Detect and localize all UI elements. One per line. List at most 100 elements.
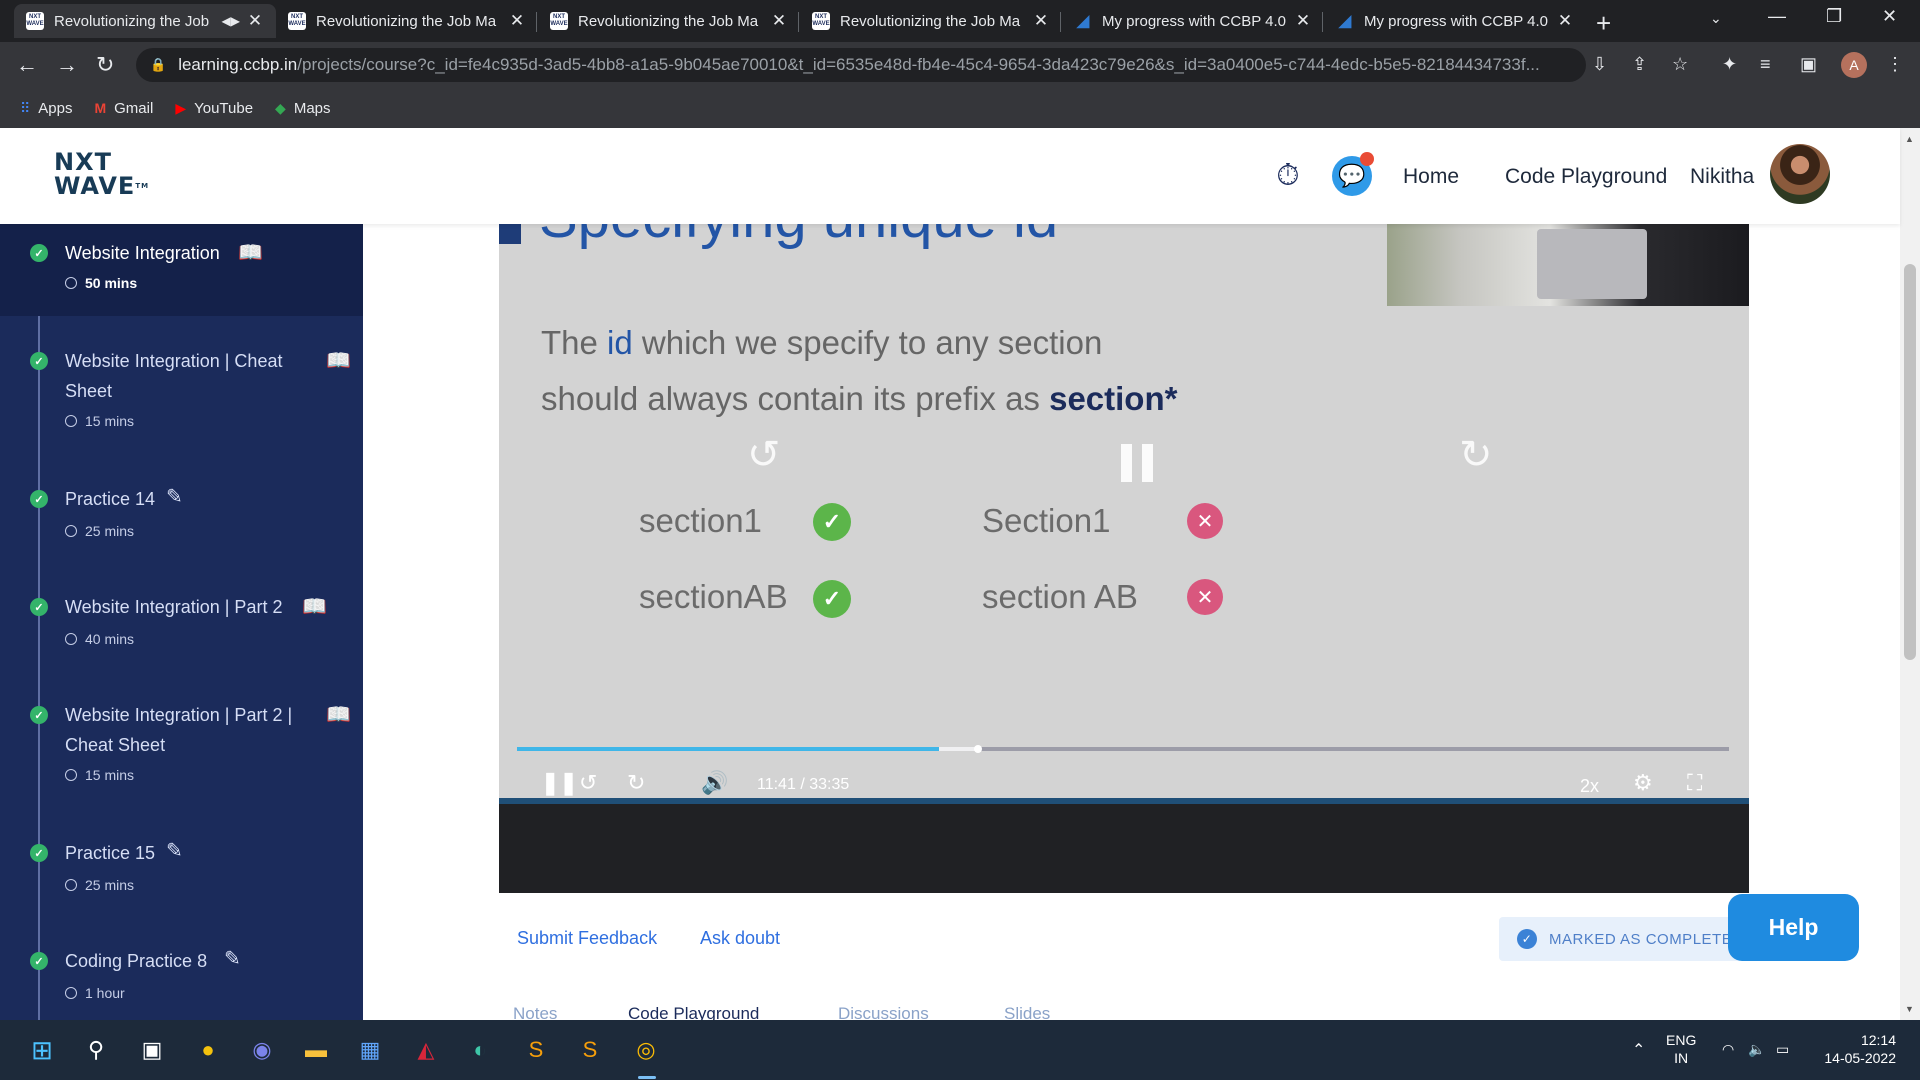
bookmarks-bar: ⠿ Apps M Gmail ▶ YouTube ◆ Maps <box>0 88 1920 128</box>
extensions-icon[interactable]: ✦ <box>1722 54 1737 75</box>
chrome-icon[interactable]: ◎ <box>630 1034 662 1066</box>
minimize-icon[interactable]: — <box>1768 6 1786 27</box>
mcafee-icon[interactable]: ◭ <box>410 1034 442 1066</box>
user-avatar[interactable] <box>1770 144 1830 204</box>
close-tab-icon[interactable]: ✕ <box>1032 11 1050 31</box>
rewind-10-icon[interactable]: ↺ <box>579 770 597 796</box>
submit-feedback-link[interactable]: Submit Feedback <box>517 928 657 949</box>
browser-tab[interactable]: NXT WAVE Revolutionizing the Job Ma ✕ <box>276 4 538 38</box>
profile-avatar[interactable]: A <box>1841 52 1867 78</box>
edge-icon[interactable]: ◐ <box>464 1034 496 1066</box>
stopwatch-icon[interactable]: ⏱ <box>1268 156 1308 196</box>
slide-heading: Specifying unique id <box>539 224 1058 251</box>
seek-bar[interactable] <box>517 745 1729 753</box>
sidebar-item-cheat-sheet[interactable]: ✓ Website Integration | Cheat Sheet 📖 15… <box>0 324 363 444</box>
search-icon[interactable]: ⚲ <box>80 1034 112 1066</box>
course-sidebar: ✓ Website Integration 📖 50 mins ✓ Websit… <box>0 224 363 1020</box>
widgets-icon[interactable]: ● <box>192 1034 224 1066</box>
fullscreen-icon[interactable]: ⛶ <box>1687 770 1702 796</box>
restore-icon[interactable]: ❐ <box>1826 6 1842 27</box>
install-icon[interactable]: ⇩ <box>1592 54 1607 75</box>
window-close-icon[interactable]: ✕ <box>1882 6 1897 27</box>
time-display: 11:41 / 33:35 <box>757 776 850 793</box>
language-indicator[interactable]: ENG IN <box>1666 1031 1696 1067</box>
file-explorer-icon[interactable]: ▬ <box>300 1034 332 1066</box>
tray-expand-icon[interactable]: ⌃ <box>1632 1042 1645 1060</box>
close-tab-icon[interactable]: ✕ <box>1556 11 1574 31</box>
clock[interactable]: 12:14 14-05-2022 <box>1816 1031 1896 1067</box>
sidebar-item-practice-14[interactable]: ✓ Practice 14 ✎ 25 mins <box>0 478 363 558</box>
sidebar-item-part-2-cheat-sheet[interactable]: ✓ Website Integration | Part 2 | Cheat S… <box>0 694 363 814</box>
settings-gear-icon[interactable]: ⚙ <box>1633 770 1653 796</box>
pause-overlay-icon[interactable] <box>1121 444 1153 482</box>
url-field[interactable]: 🔒 learning.ccbp.in /projects/course?c_id… <box>136 48 1586 82</box>
new-tab-icon[interactable]: + <box>1596 8 1611 39</box>
book-icon: 📖 <box>326 350 351 372</box>
share-icon[interactable]: ⇪ <box>1632 54 1647 75</box>
scroll-down-icon[interactable]: ▼ <box>1905 1004 1914 1014</box>
nxtwave-logo[interactable]: NXT WAVETM <box>54 150 149 198</box>
user-name[interactable]: Nikitha <box>1690 165 1754 189</box>
scrollbar-thumb[interactable] <box>1904 264 1916 660</box>
sidebar-item-website-integration[interactable]: ✓ Website Integration 📖 50 mins <box>0 224 363 316</box>
browser-tab[interactable]: NXT WAVE Revolutionizing the Job Ma ✕ <box>800 4 1062 38</box>
reload-icon[interactable]: ↻ <box>96 52 114 78</box>
forward-icon[interactable]: → <box>56 52 78 78</box>
video-player[interactable]: Specifying unique id The id which we spe… <box>499 224 1749 893</box>
close-tab-icon[interactable]: ✕ <box>1294 11 1312 31</box>
browser-tab[interactable]: ◢ My progress with CCBP 4.0 ✕ <box>1324 4 1586 38</box>
laptop-icon <box>1537 229 1647 299</box>
nxtwave-icon: NXT WAVE <box>812 12 830 30</box>
close-tab-icon[interactable]: ✕ <box>508 11 526 31</box>
wifi-icon[interactable]: ◠ <box>1722 1040 1734 1058</box>
sidebar-item-practice-15[interactable]: ✓ Practice 15 ✎ 25 mins <box>0 832 363 912</box>
seek-knob[interactable] <box>973 745 982 753</box>
close-tab-icon[interactable]: ✕ <box>246 11 264 31</box>
help-button[interactable]: Help <box>1728 894 1859 961</box>
close-tab-icon[interactable]: ✕ <box>770 11 788 31</box>
bookmark-apps[interactable]: ⠿ Apps <box>20 100 72 117</box>
invalid-example: Section1 <box>982 502 1111 539</box>
page-scrollbar[interactable]: ▲ ▼ <box>1900 128 1920 1020</box>
pause-icon[interactable]: ❚❚ <box>541 770 578 796</box>
battery-icon[interactable]: ▭ <box>1776 1040 1789 1058</box>
rewind-10-overlay-icon[interactable]: ↺ <box>747 432 781 478</box>
nav-code-playground[interactable]: Code Playground <box>1505 165 1667 189</box>
bookmark-youtube[interactable]: ▶ YouTube <box>175 100 253 117</box>
completed-check-icon: ✓ <box>30 706 48 724</box>
back-icon[interactable]: ← <box>16 52 38 78</box>
microsoft-store-icon[interactable]: ▦ <box>354 1034 386 1066</box>
marked-complete-button[interactable]: ✓ MARKED AS COMPLETE <box>1499 917 1744 961</box>
forward-10-overlay-icon[interactable]: ↻ <box>1459 432 1493 478</box>
media-control-icon[interactable]: ≡ <box>1760 54 1771 75</box>
browser-tab[interactable]: ◢ My progress with CCBP 4.0 ✕ <box>1062 4 1324 38</box>
sidebar-item-coding-practice-8[interactable]: ✓ Coding Practice 8 ✎ 1 hour <box>0 940 363 1020</box>
speaker-icon[interactable]: ◀▶ <box>222 14 240 28</box>
bookmark-maps[interactable]: ◆ Maps <box>275 100 330 117</box>
scroll-up-icon[interactable]: ▲ <box>1905 134 1914 144</box>
valid-example: section1 <box>639 502 762 539</box>
ask-doubt-link[interactable]: Ask doubt <box>700 928 780 949</box>
chat-icon[interactable]: 💬 <box>1332 152 1374 196</box>
tab-search-icon[interactable]: ⌄ <box>1710 10 1722 27</box>
sidebar-item-part-2[interactable]: ✓ Website Integration | Part 2 📖 40 mins <box>0 586 363 666</box>
browser-tab-bar: NXT WAVE Revolutionizing the Job ◀▶ ✕ NXT… <box>0 0 1920 42</box>
sublime-text-icon[interactable]: S <box>574 1034 606 1066</box>
side-panel-icon[interactable]: ▣ <box>1800 54 1817 75</box>
nav-home[interactable]: Home <box>1403 165 1459 189</box>
sublime-text-icon[interactable]: S <box>520 1034 552 1066</box>
check-icon: ✓ <box>813 580 851 618</box>
playback-speed[interactable]: 2x <box>1580 776 1599 797</box>
browser-tab[interactable]: NXT WAVE Revolutionizing the Job Ma ✕ <box>538 4 800 38</box>
bookmark-star-icon[interactable]: ☆ <box>1672 54 1688 75</box>
bookmark-gmail[interactable]: M Gmail <box>94 100 153 117</box>
forward-10-icon[interactable]: ↻ <box>627 770 645 796</box>
volume-icon[interactable]: 🔊 <box>701 770 728 796</box>
app-header: NXT WAVETM ⏱ 💬 Home Code Playground Niki… <box>0 128 1900 224</box>
menu-kebab-icon[interactable]: ⋮ <box>1886 54 1904 75</box>
volume-tray-icon[interactable]: 🔈 <box>1748 1040 1765 1058</box>
browser-tab[interactable]: NXT WAVE Revolutionizing the Job ◀▶ ✕ <box>14 4 276 38</box>
windows-start-icon[interactable]: ⊞ <box>26 1034 58 1066</box>
teams-chat-icon[interactable]: ◉ <box>246 1034 278 1066</box>
task-view-icon[interactable]: ▣ <box>136 1034 168 1066</box>
